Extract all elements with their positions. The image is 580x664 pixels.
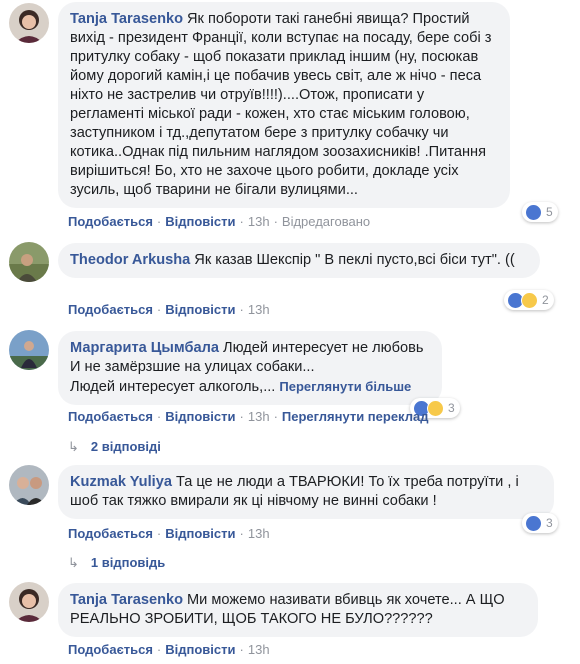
reaction-summary[interactable]: 5 bbox=[522, 202, 558, 222]
like-reaction-icon bbox=[525, 203, 542, 221]
reply-link[interactable]: Відповісти bbox=[165, 409, 235, 424]
comment-actions: Подобається · Відповісти · 13h bbox=[68, 642, 270, 657]
like-link[interactable]: Подобається bbox=[68, 642, 153, 657]
comment-text: Людей интересует алкоголь,... bbox=[70, 379, 276, 395]
comment-text: Як казав Шекспір " В пеклі пусто,всі біс… bbox=[194, 252, 515, 268]
view-replies-link[interactable]: ↳ 2 відповіді bbox=[68, 439, 161, 455]
comment-author[interactable]: Tanja Tarasenko bbox=[70, 11, 183, 27]
comment-author[interactable]: Tanja Tarasenko bbox=[70, 592, 183, 608]
like-link[interactable]: Подобається bbox=[68, 409, 153, 424]
comment-actions: Подобається · Відповісти · 13h · Відредаговано bbox=[68, 214, 371, 229]
like-reaction-icon bbox=[525, 514, 542, 532]
comment-author[interactable]: Theodor Arkusha bbox=[70, 252, 190, 268]
avatar[interactable] bbox=[9, 242, 49, 282]
sad-reaction-icon bbox=[521, 291, 538, 309]
comment-bubble: Маргарита Цымбала Людей интересует не люб… bbox=[58, 331, 442, 405]
edited-label[interactable]: Відредаговано bbox=[282, 214, 370, 229]
reply-arrow-icon: ↳ bbox=[68, 439, 79, 454]
comment-bubble: Tanja Tarasenko Ми можемо називати вбивць… bbox=[58, 583, 538, 637]
reaction-summary[interactable]: 2 bbox=[504, 290, 554, 310]
comment-text: И не замёрзшие на улицах собаки... bbox=[70, 359, 315, 375]
timestamp[interactable]: 13h bbox=[248, 302, 270, 317]
comment-text: Як побороти такі ганебні явища? Простий … bbox=[70, 11, 492, 198]
reply-link[interactable]: Відповісти bbox=[165, 302, 235, 317]
view-replies-link[interactable]: ↳ 1 відповідь bbox=[68, 555, 165, 571]
comment-author[interactable]: Kuzmak Yuliya bbox=[70, 474, 172, 490]
reply-link[interactable]: Відповісти bbox=[165, 214, 235, 229]
comment-author[interactable]: Маргарита Цымбала bbox=[70, 340, 219, 356]
reaction-summary[interactable]: 3 bbox=[522, 513, 558, 533]
comment-text: Людей интересует не любовь bbox=[223, 340, 424, 356]
like-link[interactable]: Подобається bbox=[68, 526, 153, 541]
comment-actions: Подобається · Відповісти · 13h · Переглянути п… bbox=[68, 409, 429, 424]
reply-arrow-icon: ↳ bbox=[68, 555, 79, 570]
reply-link[interactable]: Відповісти bbox=[165, 642, 235, 657]
comment-actions: Подобається · Відповісти · 13h bbox=[68, 302, 270, 317]
reply-link[interactable]: Відповісти bbox=[165, 526, 235, 541]
avatar[interactable] bbox=[9, 3, 49, 43]
translate-link[interactable]: Переглянути переклад bbox=[282, 409, 429, 424]
reaction-count: 3 bbox=[546, 516, 553, 530]
timestamp[interactable]: 13h bbox=[248, 642, 270, 657]
sad-reaction-icon bbox=[427, 399, 444, 417]
comment-bubble: Theodor Arkusha Як казав Шекспір " В пекл… bbox=[58, 243, 540, 278]
avatar[interactable] bbox=[9, 582, 49, 622]
comment-bubble: Kuzmak Yuliya Та це не люди а ТВАРЮКИ! То… bbox=[58, 465, 554, 519]
timestamp[interactable]: 13h bbox=[248, 214, 270, 229]
avatar[interactable] bbox=[9, 330, 49, 370]
reaction-count: 2 bbox=[542, 293, 549, 307]
like-link[interactable]: Подобається bbox=[68, 302, 153, 317]
like-link[interactable]: Подобається bbox=[68, 214, 153, 229]
see-more-link[interactable]: Переглянути більше bbox=[279, 379, 411, 394]
comment-actions: Подобається · Відповісти · 13h bbox=[68, 526, 270, 541]
timestamp[interactable]: 13h bbox=[248, 526, 270, 541]
timestamp[interactable]: 13h bbox=[248, 409, 270, 424]
comment-bubble: Tanja Tarasenko Як побороти такі ганебні … bbox=[58, 2, 510, 208]
avatar[interactable] bbox=[9, 465, 49, 505]
reaction-count: 3 bbox=[448, 401, 455, 415]
reaction-count: 5 bbox=[546, 205, 553, 219]
